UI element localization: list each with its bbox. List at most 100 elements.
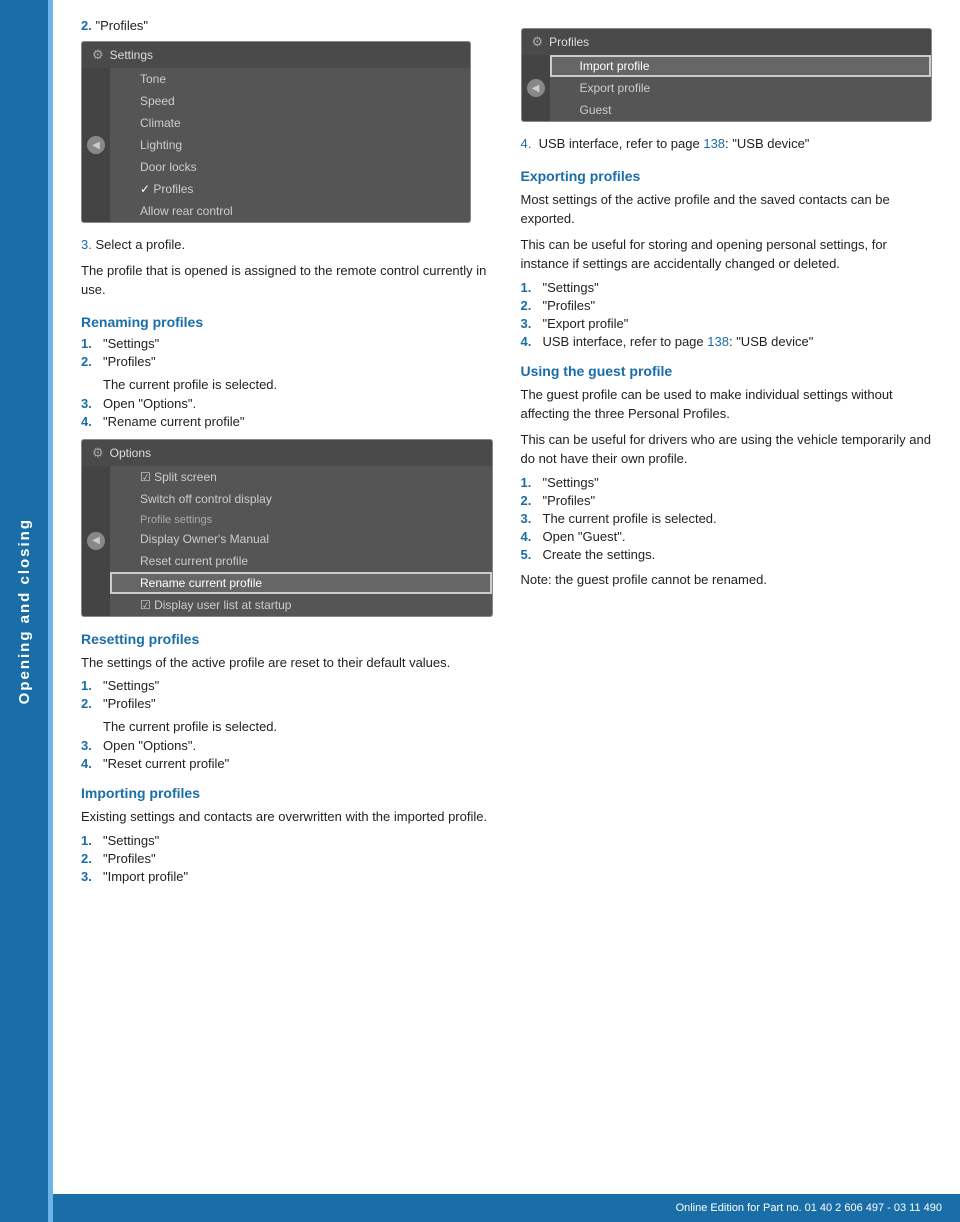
- import-screen-header: ⚙ Profiles: [522, 29, 932, 55]
- import-screen-nav: ◀: [522, 55, 550, 121]
- exporting-para1: Most settings of the active profile and …: [521, 190, 933, 229]
- import-row-guest: Guest: [550, 99, 932, 121]
- gear-icon: ⚙: [92, 47, 104, 63]
- options-row-split: Split screen: [110, 466, 492, 488]
- exporting-step-3: 3. "Export profile": [521, 316, 933, 331]
- guest-para2: This can be useful for drivers who are u…: [521, 430, 933, 469]
- footer-text: Online Edition for Part no. 01 40 2 606 …: [676, 1202, 942, 1214]
- renaming-step-2: 2. "Profiles": [81, 354, 493, 369]
- options-row-profileheader: Profile settings: [110, 510, 492, 528]
- settings-screen-body: ◀ Tone Speed Climate Lighting Door locks…: [82, 68, 470, 222]
- main-content: 2. "Profiles" ⚙ Settings ◀ Tone Speed Cl…: [53, 0, 960, 952]
- renaming-step-1: 1. "Settings": [81, 336, 493, 351]
- guest-steps: 1. "Settings" 2. "Profiles" 3. The curre…: [521, 475, 933, 562]
- step2-num: 2.: [81, 18, 92, 33]
- options-screen-body: ◀ Split screen Switch off control displa…: [82, 466, 492, 616]
- settings-screen: ⚙ Settings ◀ Tone Speed Climate Lighting…: [81, 41, 471, 223]
- renaming-step-4: 4. "Rename current profile": [81, 414, 493, 429]
- exporting-step-1: 1. "Settings": [521, 280, 933, 295]
- options-screen-main: Split screen Switch off control display …: [110, 466, 492, 616]
- options-screen-title: Options: [110, 446, 151, 460]
- renaming-steps: 1. "Settings" 2. "Profiles": [81, 336, 493, 369]
- options-row-reset: Reset current profile: [110, 550, 492, 572]
- resetting-steps: 1. "Settings" 2. "Profiles": [81, 678, 493, 711]
- guest-step-3: 3. The current profile is selected.: [521, 511, 933, 526]
- resetting-steps-cont: 3. Open "Options". 4. "Reset current pro…: [81, 738, 493, 771]
- options-nav-btn[interactable]: ◀: [87, 532, 105, 550]
- exporting-para2: This can be useful for storing and openi…: [521, 235, 933, 274]
- options-screen-header: ⚙ Options: [82, 440, 492, 466]
- options-row-rename: Rename current profile: [110, 572, 492, 594]
- importing-heading: Importing profiles: [81, 785, 493, 801]
- options-screen-nav: ◀: [82, 466, 110, 616]
- step2-item: 2. "Profiles": [81, 18, 493, 33]
- import-nav-btn[interactable]: ◀: [527, 79, 545, 97]
- importing-steps: 1. "Settings" 2. "Profiles" 3. "Import p…: [81, 833, 493, 884]
- resetting-step-4: 4. "Reset current profile": [81, 756, 493, 771]
- step3-note: The profile that is opened is assigned t…: [81, 261, 493, 300]
- step3-num: 3.: [81, 237, 92, 252]
- step3-line: 3. Select a profile.: [81, 235, 493, 255]
- exporting-steps: 1. "Settings" 2. "Profiles" 3. "Export p…: [521, 280, 933, 349]
- left-column: 2. "Profiles" ⚙ Settings ◀ Tone Speed Cl…: [81, 18, 493, 892]
- resetting-step-1: 1. "Settings": [81, 678, 493, 693]
- resetting-para: The settings of the active profile are r…: [81, 653, 493, 673]
- importing-step-1: 1. "Settings": [81, 833, 493, 848]
- right-step4: 4. USB interface, refer to page 138: "US…: [521, 134, 933, 154]
- import-row-export: Export profile: [550, 77, 932, 99]
- exporting-step-2: 2. "Profiles": [521, 298, 933, 313]
- guest-step-2: 2. "Profiles": [521, 493, 933, 508]
- nav-btn[interactable]: ◀: [87, 136, 105, 154]
- footer-bar: Online Edition for Part no. 01 40 2 606 …: [53, 1194, 960, 1222]
- import-row-import: Import profile: [550, 55, 932, 77]
- right-step4-link: 138: [703, 136, 725, 151]
- sidebar: Opening and closing: [0, 0, 48, 1222]
- options-row-userlist: Display user list at startup: [110, 594, 492, 616]
- resetting-step-2: 2. "Profiles": [81, 696, 493, 711]
- options-gear-icon: ⚙: [92, 445, 104, 461]
- step3-text: Select a profile.: [95, 237, 185, 252]
- settings-row-rear: Allow rear control: [110, 200, 470, 222]
- import-gear-icon: ⚙: [532, 34, 544, 50]
- settings-row-lighting: Lighting: [110, 134, 470, 156]
- settings-row-tone: Tone: [110, 68, 470, 90]
- guest-step-1: 1. "Settings": [521, 475, 933, 490]
- right-step4-suffix: : "USB device": [725, 136, 809, 151]
- settings-screen-header: ⚙ Settings: [82, 42, 470, 68]
- guest-note: Note: the guest profile cannot be rename…: [521, 570, 933, 590]
- right-step4-text: USB interface, refer to page: [539, 136, 704, 151]
- options-row-switchoff: Switch off control display: [110, 488, 492, 510]
- renaming-step-3: 3. Open "Options".: [81, 396, 493, 411]
- guest-para1: The guest profile can be used to make in…: [521, 385, 933, 424]
- options-screen: ⚙ Options ◀ Split screen Switch off cont…: [81, 439, 493, 617]
- two-column-layout: 2. "Profiles" ⚙ Settings ◀ Tone Speed Cl…: [81, 18, 932, 892]
- export-link: 138: [707, 334, 729, 349]
- resetting-step-3: 3. Open "Options".: [81, 738, 493, 753]
- settings-screen-title: Settings: [110, 48, 153, 62]
- guest-step-4: 4. Open "Guest".: [521, 529, 933, 544]
- screen-nav-left: ◀: [82, 68, 110, 222]
- guest-step-5: 5. Create the settings.: [521, 547, 933, 562]
- guest-heading: Using the guest profile: [521, 363, 933, 379]
- renaming-heading: Renaming profiles: [81, 314, 493, 330]
- renaming-indent-note: The current profile is selected.: [103, 377, 493, 392]
- options-row-ownersmanual: Display Owner's Manual: [110, 528, 492, 550]
- resetting-indent-note: The current profile is selected.: [103, 719, 493, 734]
- settings-row-profiles: Profiles: [110, 178, 470, 200]
- screen-main: Tone Speed Climate Lighting Door locks P…: [110, 68, 470, 222]
- importing-step-3: 3. "Import profile": [81, 869, 493, 884]
- importing-para: Existing settings and contacts are overw…: [81, 807, 493, 827]
- exporting-step-4: 4. USB interface, refer to page 138: "US…: [521, 334, 933, 349]
- import-screen-body: ◀ Import profile Export profile Guest: [522, 55, 932, 121]
- step2-text: "Profiles": [95, 18, 148, 33]
- settings-row-climate: Climate: [110, 112, 470, 134]
- exporting-heading: Exporting profiles: [521, 168, 933, 184]
- renaming-steps-cont: 3. Open "Options". 4. "Rename current pr…: [81, 396, 493, 429]
- sidebar-label: Opening and closing: [16, 518, 33, 704]
- right-column: ⚙ Profiles ◀ Import profile Export profi…: [521, 18, 933, 892]
- settings-row-doorlocks: Door locks: [110, 156, 470, 178]
- settings-row-speed: Speed: [110, 90, 470, 112]
- right-step4-num: 4.: [521, 136, 532, 151]
- importing-step-2: 2. "Profiles": [81, 851, 493, 866]
- resetting-heading: Resetting profiles: [81, 631, 493, 647]
